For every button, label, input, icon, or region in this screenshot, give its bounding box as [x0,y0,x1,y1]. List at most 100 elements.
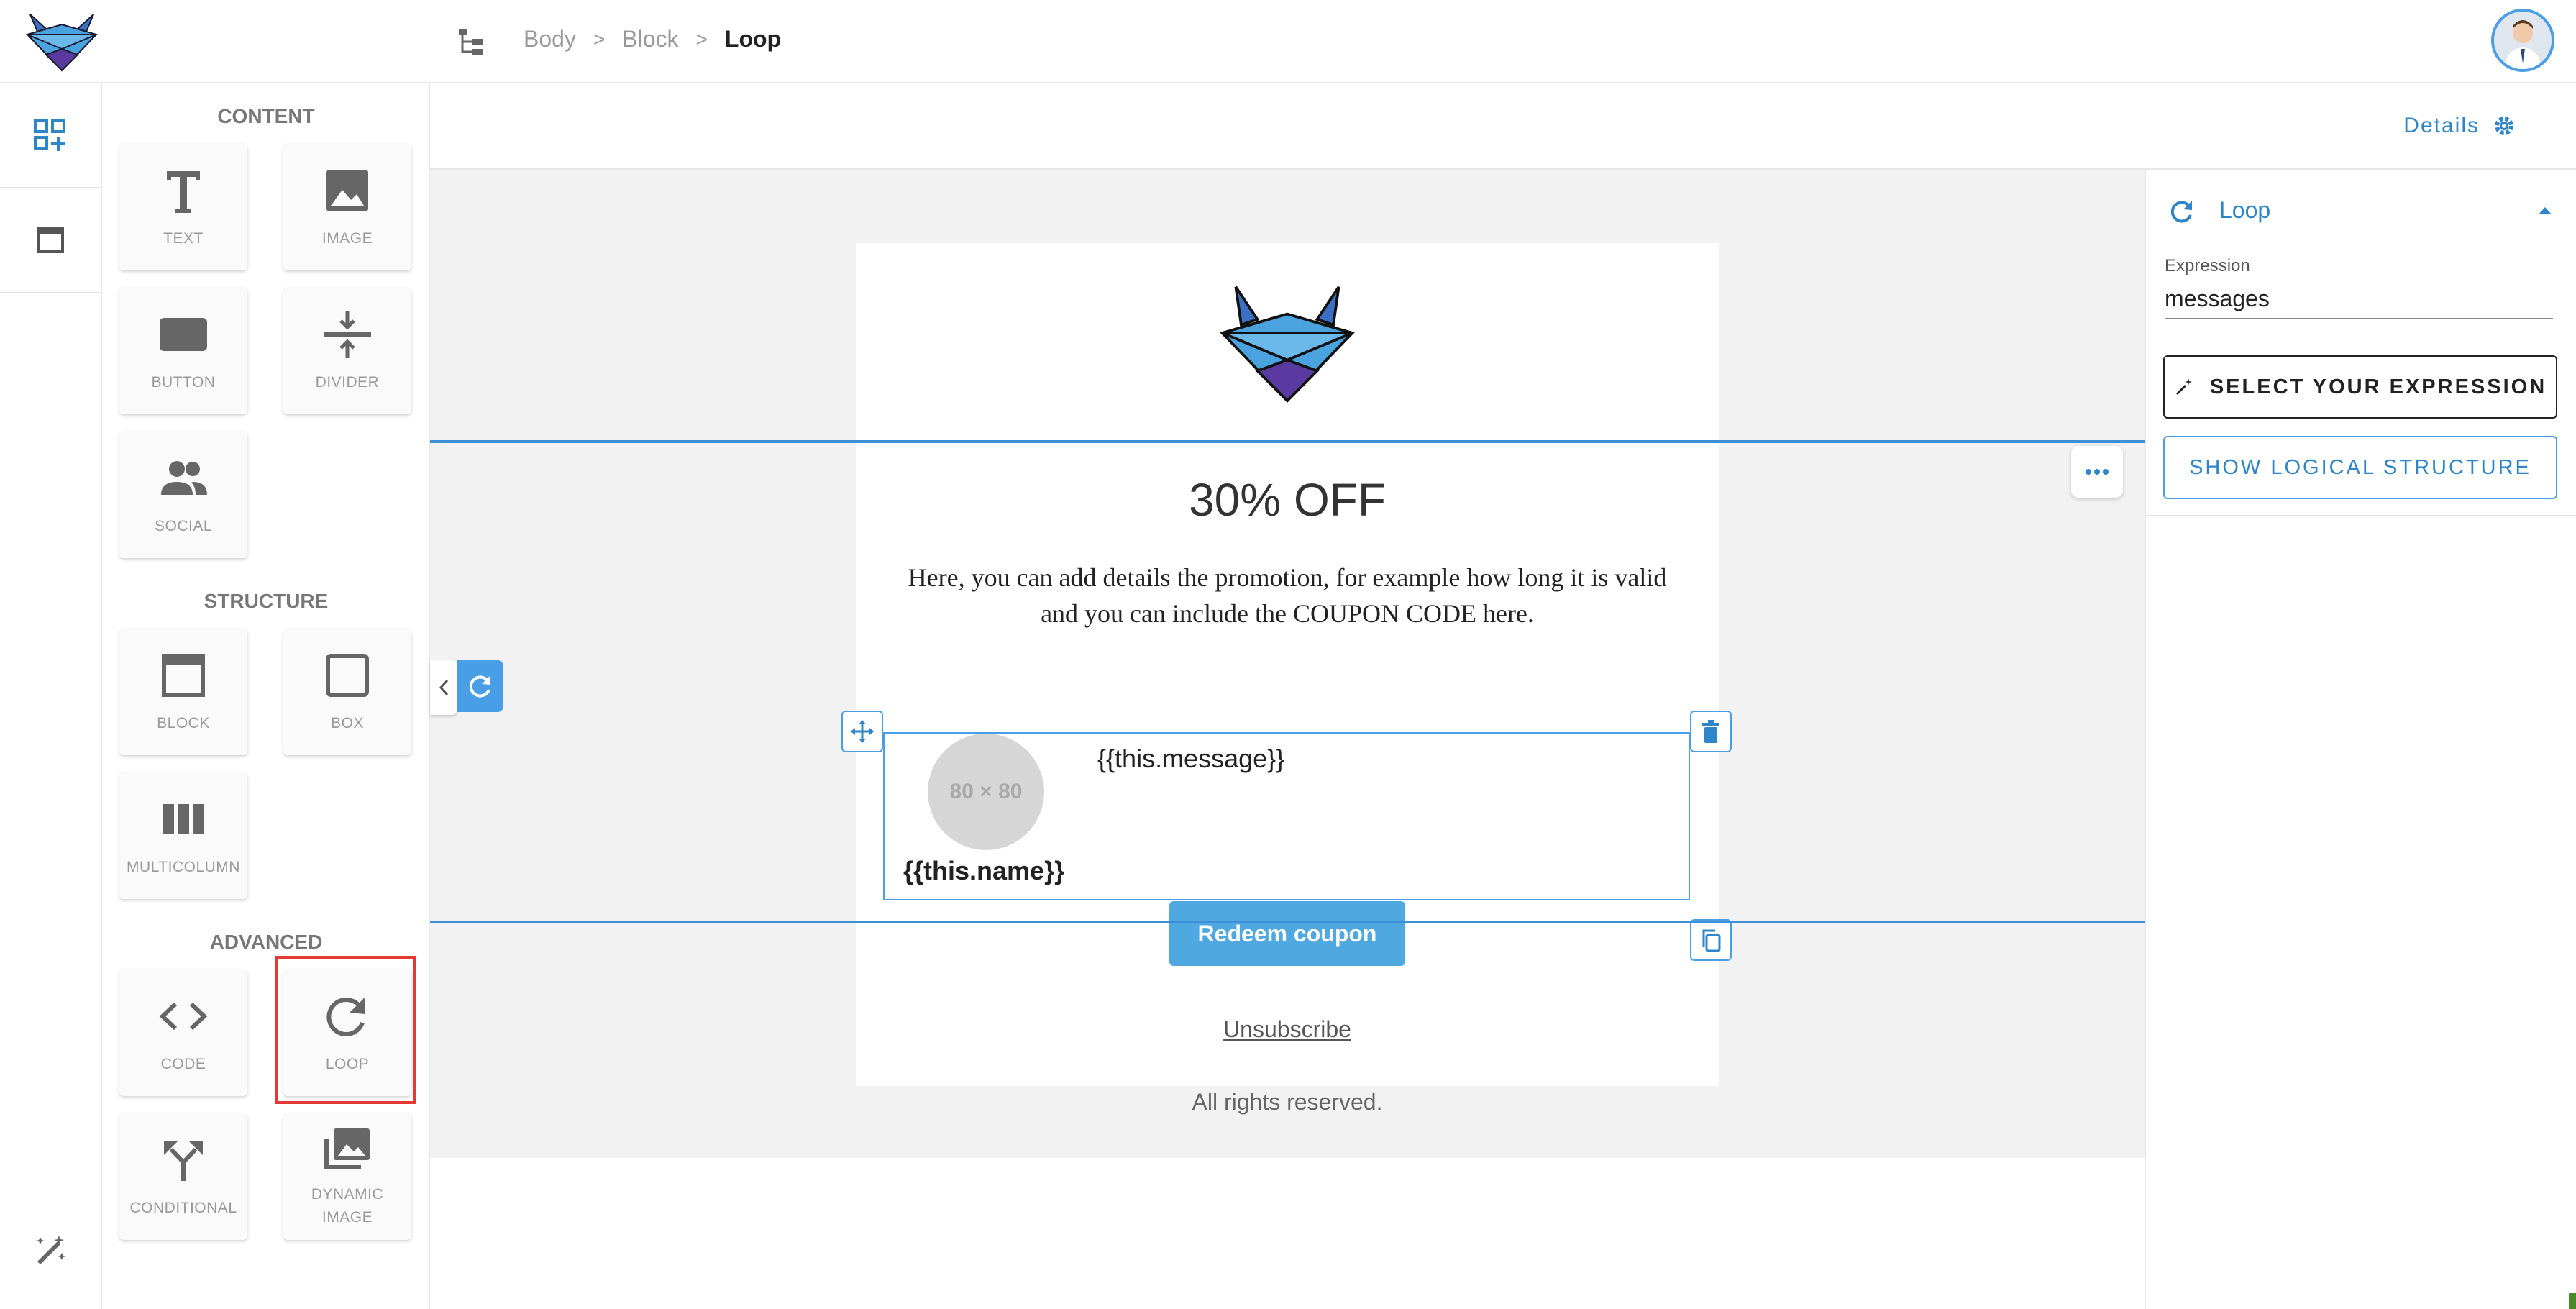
columns-icon [163,804,204,834]
left-rail [0,83,102,1309]
breadcrumb-loop: Loop [724,26,782,52]
people-icon [161,461,207,495]
tile-multicolumn[interactable]: MULTICOLUMN [119,772,247,899]
block-outline-bottom [430,921,2145,923]
tile-label: BLOCK [157,715,210,731]
refresh-icon [2170,201,2192,223]
more-horizontal-icon [2086,469,2109,475]
name-variable[interactable]: {{this.name}} [903,856,1064,886]
tile-label: MULTICOLUMN [127,859,240,875]
breadcrumb-body[interactable]: Body [524,26,576,53]
window-icon [37,227,64,253]
canvas-header: Details [430,83,2576,170]
tile-conditional[interactable]: CONDITIONAL [119,1113,247,1240]
tile-label: SOCIAL [154,518,213,534]
email-body: 30% OFF Here, you can add details the pr… [841,243,1732,1115]
chevron-left-icon [439,679,449,696]
select-expression-label: SELECT YOUR EXPRESSION [2209,375,2547,398]
drag-handle[interactable] [841,711,883,752]
tile-label: BOX [331,715,364,731]
corner-accent [2569,1293,2576,1309]
section-title-advanced: ADVANCED [209,931,323,953]
top-bar: Body > Block > Loop [0,0,2576,83]
section-title-structure: STRUCTURE [204,590,329,612]
breadcrumb: Body > Block > Loop [524,26,781,53]
block-outline-top [430,440,2145,443]
photo-library-icon [324,1128,370,1169]
tile-label: CODE [160,1056,206,1072]
tile-label-line-2: IMAGE [321,1209,373,1226]
rail-tools[interactable] [0,1198,101,1302]
fox-logo-icon[interactable] [24,7,99,73]
redeem-coupon-button[interactable]: Redeem coupon [1169,901,1405,966]
rail-layout[interactable] [0,187,101,293]
fox-logo-icon [1220,286,1355,403]
expression-input[interactable] [2165,279,2553,319]
delete-button[interactable] [1690,711,1732,752]
properties-panel: Loop Expression SELECT YOUR EXPRESSION S… [2145,170,2576,1309]
sparkle-icon [2175,378,2192,396]
tile-text[interactable]: TEXT [119,144,247,270]
loop-panel-header[interactable]: Loop [2146,170,2576,256]
details-button[interactable]: Details [2403,114,2516,138]
divider-icon [324,311,371,358]
code-icon [159,1002,208,1031]
split-arrow-icon [164,1141,203,1181]
tile-divider[interactable]: DIVIDER [283,288,411,414]
image-icon [326,170,368,211]
more-options-button[interactable] [2071,446,2123,498]
email-promo-text[interactable]: Here, you can add details the promotion,… [892,560,1683,631]
box-icon [326,654,369,697]
tile-image[interactable]: IMAGE [283,144,411,270]
tile-block[interactable]: BLOCK [119,629,247,755]
user-avatar[interactable] [2491,9,2554,72]
caret-up-icon[interactable] [2537,206,2553,216]
message-variable[interactable]: {{this.message}} [1097,744,1284,774]
breadcrumb-separator: > [593,27,606,50]
copy-icon [1702,929,1721,952]
breadcrumb-separator: > [695,27,708,50]
tile-label: BUTTON [151,374,216,391]
collapse-panel-button[interactable] [430,660,457,715]
image-placeholder[interactable]: 80 × 80 [928,734,1044,850]
select-expression-button[interactable]: SELECT YOUR EXPRESSION [2163,355,2557,419]
show-logical-structure-button[interactable]: SHOW LOGICAL STRUCTURE [2163,436,2557,499]
tile-social[interactable]: SOCIAL [119,432,247,558]
panel-title: Loop [2219,197,2271,223]
expression-label: Expression [2165,256,2250,275]
magic-wand-icon [36,1236,66,1264]
loop-container[interactable]: 80 × 80 {{this.message}} {{this.name}} [883,732,1690,900]
section-title-content: CONTENT [217,105,315,127]
trash-icon [1702,720,1719,743]
details-label: Details [2403,114,2480,137]
tree-structure-icon[interactable] [457,27,486,56]
unsubscribe-link[interactable]: Unsubscribe [856,1016,1719,1043]
tile-label: CONDITIONAL [129,1200,237,1216]
move-icon [851,720,874,743]
panel-divider [2146,515,2576,516]
rail-elements[interactable] [0,83,101,187]
email-canvas: 30% OFF Here, you can add details the pr… [430,170,2145,1158]
tile-button[interactable]: BUTTON [119,288,247,414]
email-headline[interactable]: 30% OFF [856,473,1719,526]
text-icon [167,171,200,213]
breadcrumb-block[interactable]: Block [622,26,678,53]
tile-label: DYNAMIC IMAGE [311,1183,383,1229]
rights-text: All rights reserved. [1192,1089,1383,1115]
button-icon [160,318,207,351]
loop-badge[interactable] [457,660,503,712]
tile-code[interactable]: CODE [119,970,247,1096]
tile-dynamic-image[interactable]: DYNAMIC IMAGE [283,1113,411,1240]
tile-box[interactable]: BOX [283,629,411,755]
refresh-icon [469,675,490,698]
tile-label-line-1: DYNAMIC [311,1186,384,1203]
tile-label: DIVIDER [315,374,380,391]
gear-icon [2495,117,2513,135]
user-avatar-icon [2494,12,2552,69]
loop-tile-highlight [275,956,416,1104]
elements-palette: CONTENT TEXT IMAGE BUTTON DIVIDER SOCIAL… [102,83,430,1309]
duplicate-button[interactable] [1690,919,1732,961]
add-elements-icon [34,119,65,151]
tile-label: TEXT [163,230,204,247]
tile-label: IMAGE [321,230,373,247]
